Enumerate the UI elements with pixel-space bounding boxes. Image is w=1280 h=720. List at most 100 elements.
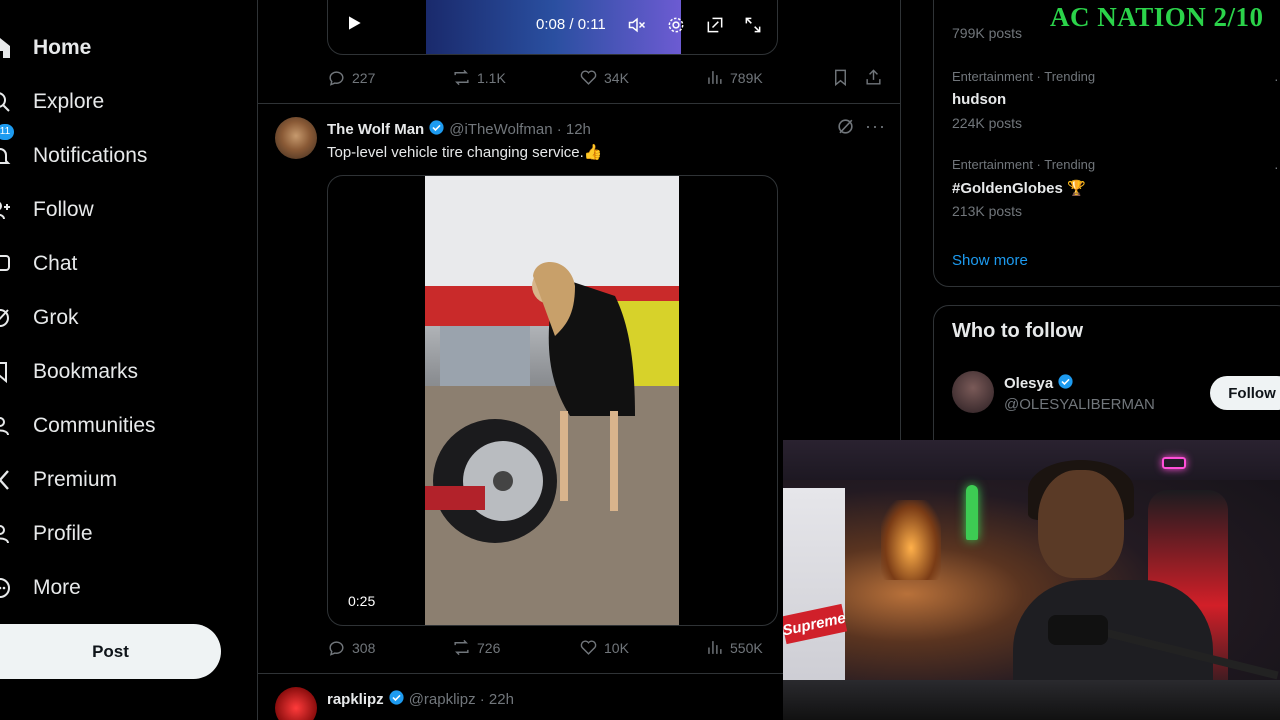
view-count: 550K (730, 639, 763, 656)
sidebar-item-label: Home (33, 36, 92, 59)
lamp-glow (881, 500, 941, 580)
sidebar-item-label: Grok (33, 306, 79, 329)
desk (783, 680, 1280, 720)
bookmark-icon (835, 69, 846, 87)
reply-button[interactable]: 308 (327, 638, 375, 657)
settings-icon[interactable] (666, 15, 686, 39)
suggested-user-handle[interactable]: @OLESYALIBERMAN (1004, 396, 1155, 413)
avatar[interactable] (275, 687, 317, 720)
profile-icon (0, 522, 12, 546)
more-options-icon[interactable]: · (1274, 159, 1279, 175)
webcam-ceiling (783, 440, 1280, 480)
heart-icon (580, 640, 597, 655)
sidebar-item-label: Premium (33, 468, 118, 491)
trends-panel: 799K posts Entertainment · Trending huds… (933, 0, 1280, 287)
bookmark-icon (0, 360, 12, 384)
avatar[interactable] (275, 117, 317, 159)
views-button[interactable]: 550K (705, 638, 763, 657)
views-icon (708, 641, 722, 654)
like-button[interactable]: 10K (579, 638, 629, 657)
video-time: 0:08 / 0:11 (536, 16, 606, 33)
video-duration: 0:25 (348, 593, 376, 609)
video-player[interactable]: 0:08 / 0:11 (327, 0, 778, 55)
heart-icon (580, 70, 597, 85)
like-count: 10K (604, 639, 629, 656)
more-circle-icon (0, 576, 12, 600)
reply-count: 227 (352, 69, 376, 86)
trend-post-count: 799K posts (952, 25, 1023, 41)
verified-badge-icon (1057, 373, 1074, 394)
video-player[interactable]: 0:25 (327, 175, 778, 626)
more-options-icon[interactable]: · (1274, 71, 1279, 87)
bookmark-button[interactable] (831, 68, 850, 87)
tweet-action-bar: 227 1.1K 34K 789K (327, 68, 887, 92)
sidebar-item-label: Profile (33, 522, 93, 545)
repost-button[interactable]: 1.1K (452, 68, 506, 87)
author-name[interactable]: The Wolf Man (327, 121, 424, 138)
verified-badge-icon (388, 689, 405, 710)
sidebar-nav: Home Explore 11 Notifications Follow Cha… (0, 0, 240, 720)
sidebar-item-label: Chat (33, 252, 78, 275)
play-icon[interactable] (344, 13, 364, 37)
notification-badge: 11 (0, 124, 14, 140)
fullscreen-icon[interactable] (743, 15, 763, 39)
views-icon (708, 71, 722, 84)
suggested-user-name[interactable]: Olesya (1004, 373, 1074, 394)
follow-button[interactable]: Follow (1210, 376, 1280, 410)
communities-icon (0, 414, 12, 438)
author-handle[interactable]: @rapklipz · 22h (409, 691, 514, 708)
bell-icon (0, 144, 12, 168)
author-handle[interactable]: @iTheWolfman · 12h (449, 121, 591, 138)
views-button[interactable]: 789K (705, 68, 763, 87)
view-count: 789K (730, 69, 763, 86)
sidebar-item-label: Notifications (33, 144, 148, 167)
repost-count: 1.1K (477, 69, 506, 86)
sidebar-item-label: Communities (33, 414, 156, 437)
tweet-text: Top-level vehicle tire changing service.… (327, 144, 603, 161)
sidebar-item-label: Follow (33, 198, 94, 221)
picture-in-picture-icon[interactable] (705, 15, 725, 39)
reply-button[interactable]: 227 (327, 68, 375, 87)
reply-icon (329, 641, 344, 656)
repost-icon (454, 639, 469, 656)
trend-category: Entertainment · Trending (952, 157, 1096, 172)
microphone (1048, 615, 1108, 645)
repost-icon (454, 69, 469, 86)
x-logo-icon (0, 468, 12, 492)
like-button[interactable]: 34K (579, 68, 629, 87)
tweet-header: The Wolf Man @iTheWolfman · 12h (327, 119, 591, 140)
reply-count: 308 (352, 639, 376, 656)
suggested-user-label: Olesya (1004, 375, 1054, 392)
who-to-follow-title: Who to follow (952, 320, 1084, 342)
share-icon (866, 69, 881, 85)
post-button[interactable]: Post (0, 624, 221, 679)
share-button[interactable] (864, 68, 883, 87)
search-icon (0, 90, 12, 114)
trend-name: #GoldenGlobes 🏆 (952, 180, 1086, 197)
repost-count: 726 (477, 639, 501, 656)
sidebar-item-label: More (33, 576, 81, 599)
neon-sign (1162, 457, 1186, 469)
trend-category: Entertainment · Trending (952, 69, 1096, 84)
chat-icon (0, 252, 12, 276)
avatar[interactable] (952, 371, 994, 413)
grok-icon[interactable] (836, 117, 855, 141)
like-count: 34K (604, 69, 629, 86)
video-still (425, 176, 679, 625)
sidebar-item-label: Bookmarks (33, 360, 139, 383)
repost-button[interactable]: 726 (452, 638, 500, 657)
mute-icon[interactable] (627, 15, 647, 39)
trend-post-count: 224K posts (952, 115, 1023, 131)
streamer-head (1038, 470, 1124, 578)
more-options-icon[interactable]: ··· (865, 116, 886, 137)
trend-name: hudson (952, 91, 1007, 108)
green-bottle (966, 485, 978, 540)
video-frame (425, 176, 679, 625)
trend-post-count: 213K posts (952, 203, 1023, 219)
follow-icon (0, 198, 12, 222)
sidebar-item-label: Explore (33, 90, 105, 113)
author-name[interactable]: rapklipz (327, 691, 384, 708)
home-icon (0, 36, 12, 60)
show-more-link[interactable]: Show more (952, 252, 1028, 269)
app-window: Home Explore 11 Notifications Follow Cha… (0, 0, 1280, 720)
